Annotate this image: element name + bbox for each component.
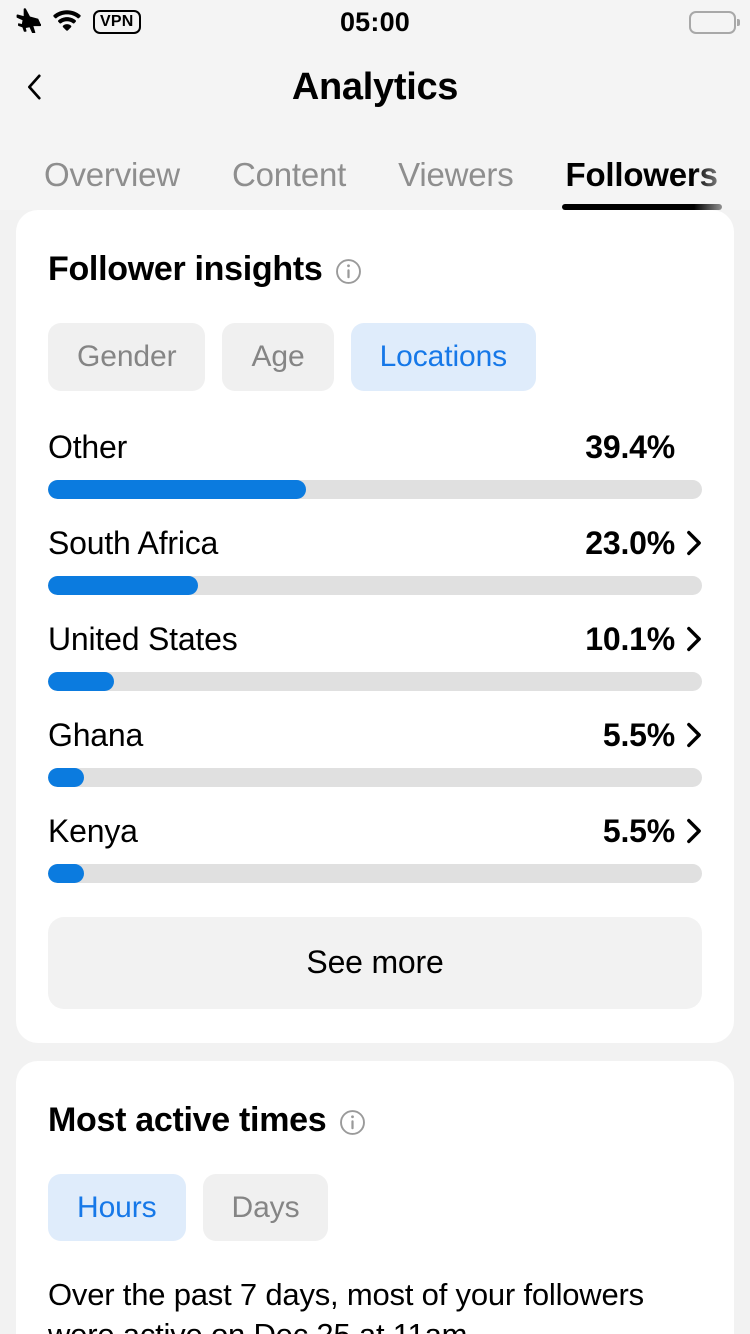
location-name: Other <box>48 428 128 465</box>
wifi-icon <box>52 8 82 37</box>
info-circle-icon[interactable] <box>335 258 362 285</box>
location-bar-fill <box>48 479 306 499</box>
location-bar-fill <box>48 863 84 883</box>
location-row-header: Kenya 5.5% <box>48 813 702 850</box>
tab-bar: Overview Content Viewers Followers LIVE <box>0 130 750 210</box>
chip-days[interactable]: Days <box>202 1173 329 1242</box>
locations-list: Other 39.4% South Africa 23.0% United States… <box>48 429 702 883</box>
location-name: South Africa <box>48 524 219 561</box>
battery-full-icon <box>689 10 740 34</box>
location-row[interactable]: Kenya 5.5% <box>48 813 702 883</box>
tab-overview[interactable]: Overview <box>44 156 180 210</box>
chevron-left-icon <box>27 74 41 100</box>
most-active-times-title: Most active times <box>48 1100 327 1139</box>
see-more-button[interactable]: See more <box>48 916 702 1009</box>
chevron-right-icon[interactable] <box>686 626 702 652</box>
most-active-times-chip-group[interactable]: Hours Days <box>48 1173 702 1242</box>
tab-followers[interactable]: Followers <box>561 156 722 210</box>
location-row[interactable]: Ghana 5.5% <box>48 717 702 787</box>
location-percentage: 23.0% <box>585 524 675 561</box>
info-circle-icon[interactable] <box>339 1109 366 1136</box>
chevron-right-icon[interactable] <box>686 722 702 748</box>
location-value-group: 23.0% <box>585 525 702 562</box>
airplane-icon <box>14 6 42 38</box>
chevron-right-icon[interactable] <box>686 818 702 844</box>
chip-locations[interactable]: Locations <box>350 323 537 391</box>
location-value-group: 10.1% <box>585 621 702 658</box>
location-bar-track <box>48 575 702 595</box>
vpn-badge: VPN <box>93 9 141 35</box>
location-name: United States <box>48 620 238 657</box>
location-row[interactable]: United States 10.1% <box>48 621 702 691</box>
follower-insights-header: Follower insights <box>48 250 702 289</box>
status-bar-left: VPN <box>14 6 141 38</box>
follower-insights-title: Follower insights <box>48 250 323 288</box>
location-percentage: 39.4% <box>585 428 675 465</box>
location-row-header: Ghana 5.5% <box>48 717 702 754</box>
location-row-header: United States 10.1% <box>48 621 702 658</box>
location-row-header: South Africa 23.0% <box>48 525 702 562</box>
phone-screen: VPN 05:00 Analytics Overview Content Vie… <box>0 0 750 1334</box>
chip-age[interactable]: Age <box>222 323 334 391</box>
chip-gender[interactable]: Gender <box>48 323 206 391</box>
location-bar-fill <box>48 575 199 595</box>
location-bar-track <box>48 671 702 691</box>
most-active-times-description: Over the past 7 days, most of your follo… <box>48 1277 644 1334</box>
chevron-right-icon[interactable] <box>686 530 702 556</box>
tab-viewers[interactable]: Viewers <box>398 156 514 210</box>
location-percentage: 5.5% <box>602 716 675 753</box>
tab-content[interactable]: Content <box>232 156 346 210</box>
chip-hours[interactable]: Hours <box>48 1173 186 1242</box>
location-name: Kenya <box>48 812 138 849</box>
follower-insights-chip-group[interactable]: Gender Age Locations <box>48 323 702 391</box>
location-value-group: 39.4% <box>585 429 702 466</box>
location-bar-fill <box>48 767 84 787</box>
content-scroll-area[interactable]: Follower insights Gender Age Locations O… <box>0 210 750 1334</box>
most-active-times-header: Most active times <box>48 1101 702 1140</box>
location-row[interactable]: South Africa 23.0% <box>48 525 702 595</box>
tab-list[interactable]: Overview Content Viewers Followers LIVE <box>0 130 750 210</box>
location-row-header: Other 39.4% <box>48 429 702 466</box>
location-name: Ghana <box>48 716 144 753</box>
status-bar: VPN 05:00 <box>0 0 750 44</box>
location-bar-track <box>48 863 702 883</box>
location-value-group: 5.5% <box>603 717 702 754</box>
most-active-times-card: Most active times Hours Days Over the pa… <box>16 1060 734 1334</box>
location-percentage: 5.5% <box>602 812 675 849</box>
follower-insights-card: Follower insights Gender Age Locations O… <box>16 210 734 1043</box>
location-bar-track <box>48 479 702 499</box>
status-bar-right <box>689 10 740 34</box>
page-title: Analytics <box>291 65 459 108</box>
location-value-group: 5.5% <box>603 813 702 850</box>
location-bar-track <box>48 767 702 787</box>
back-button[interactable] <box>26 64 72 110</box>
location-row: Other 39.4% <box>48 429 702 499</box>
location-bar-fill <box>48 671 115 691</box>
nav-bar: Analytics <box>0 44 750 130</box>
location-percentage: 10.1% <box>585 620 675 657</box>
